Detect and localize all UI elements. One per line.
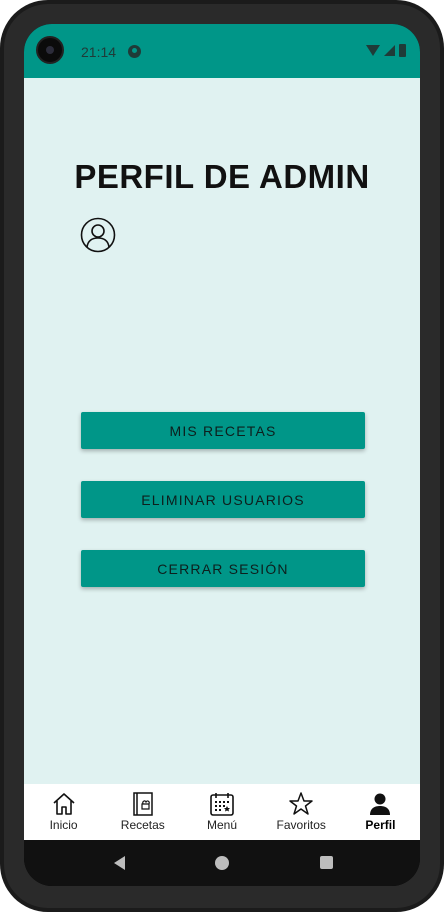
nav-label: Favoritos bbox=[276, 818, 326, 832]
star-icon bbox=[289, 792, 313, 815]
status-time: 21:14 bbox=[81, 44, 117, 60]
calendar-icon bbox=[210, 793, 234, 816]
recipe-book-icon bbox=[133, 792, 153, 816]
wifi-icon bbox=[366, 45, 380, 56]
screen: 21:14 PERFIL DE ADMIN MIS RECETAS ELIMIN… bbox=[24, 24, 420, 886]
nav-item-menu[interactable]: Menú bbox=[182, 784, 261, 840]
home-circle-icon[interactable] bbox=[215, 856, 229, 870]
delete-users-button[interactable]: ELIMINAR USUARIOS bbox=[81, 481, 365, 518]
profile-screen: PERFIL DE ADMIN MIS RECETAS ELIMINAR USU… bbox=[24, 78, 420, 784]
phone-frame: 21:14 PERFIL DE ADMIN MIS RECETAS ELIMIN… bbox=[0, 0, 444, 912]
my-recipes-button[interactable]: MIS RECETAS bbox=[81, 412, 365, 449]
back-icon[interactable] bbox=[114, 856, 125, 870]
app-notification-icon bbox=[128, 45, 141, 58]
nav-label: Inicio bbox=[49, 818, 78, 832]
signal-icon bbox=[384, 45, 395, 56]
status-indicators bbox=[366, 44, 406, 57]
page-title: PERFIL DE ADMIN bbox=[74, 158, 370, 195]
avatar-icon[interactable] bbox=[80, 217, 116, 253]
battery-icon bbox=[399, 44, 406, 57]
front-camera bbox=[36, 36, 64, 64]
status-bar: 21:14 bbox=[24, 24, 420, 78]
nav-label: Menú bbox=[206, 818, 238, 832]
person-icon bbox=[370, 793, 391, 815]
nav-item-perfil[interactable]: Perfil bbox=[341, 784, 420, 840]
nav-item-recetas[interactable]: Recetas bbox=[103, 784, 182, 840]
logout-button[interactable]: CERRAR SESIÓN bbox=[81, 550, 365, 587]
recents-icon[interactable] bbox=[320, 856, 333, 869]
system-navigation-bar bbox=[24, 840, 420, 886]
nav-label: Recetas bbox=[120, 818, 165, 832]
nav-label: Perfil bbox=[365, 818, 396, 832]
nav-item-inicio[interactable]: Inicio bbox=[24, 784, 103, 840]
home-icon bbox=[53, 793, 75, 815]
nav-item-favoritos[interactable]: Favoritos bbox=[262, 784, 341, 840]
bottom-navigation: Inicio Recetas Menú Favoritos Perfil bbox=[24, 784, 420, 840]
